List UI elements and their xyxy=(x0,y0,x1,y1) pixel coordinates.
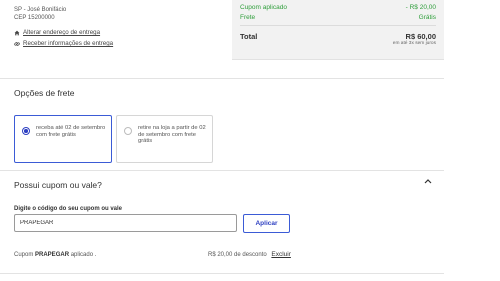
summary-divider xyxy=(240,25,436,26)
total-label: Total xyxy=(240,32,258,41)
total-value: R$ 60,00 xyxy=(405,32,436,41)
shipping-option-delivery-radio[interactable] xyxy=(22,127,30,135)
shipping-summary-label: Frete xyxy=(240,14,256,21)
shipping-option-pickup-label: retire na loja a partir de 02 de setembr… xyxy=(138,125,206,144)
home-icon xyxy=(14,30,20,35)
coupon-input[interactable] xyxy=(14,214,237,232)
coupon-applied-prefix: Cupom xyxy=(14,252,34,258)
coupon-summary-label: Cupom aplicado xyxy=(240,4,287,11)
address-zip: CEP 15200000 xyxy=(14,15,55,21)
coupon-discount-text: R$ 20,00 de desconto xyxy=(208,252,267,258)
remove-coupon-link[interactable]: Excluir xyxy=(271,251,291,258)
receive-info-label: Receber informações de entrega xyxy=(23,40,114,47)
shipping-option-pickup-radio[interactable] xyxy=(124,127,132,135)
address-city: SP - José Bonifácio xyxy=(14,7,67,13)
delivery-address: SP - José Bonifácio CEP 15200000 Alterar… xyxy=(14,6,214,48)
apply-coupon-button[interactable]: Aplicar xyxy=(243,214,290,233)
coupon-section-title: Possui cupom ou vale? xyxy=(14,180,102,190)
coupon-summary-value: - R$ 20,00 xyxy=(405,4,436,11)
coupon-summary-row: Cupom aplicado - R$ 20,00 xyxy=(240,4,436,11)
section-divider xyxy=(0,273,444,274)
order-summary: Cupom aplicado - R$ 20,00 Frete Grátis T… xyxy=(232,0,444,60)
total-row: Total R$ 60,00 xyxy=(240,32,436,41)
shipping-summary-value: Grátis xyxy=(418,14,436,21)
shipping-option-delivery[interactable]: receba até 02 de setembro com frete grát… xyxy=(14,115,112,163)
coupon-applied-code: PRAPEGAR xyxy=(35,252,70,258)
receive-info-link[interactable]: Receber informações de entrega xyxy=(14,39,214,48)
coupon-input-label: Digite o código do seu cupom ou vale xyxy=(14,206,123,212)
section-divider xyxy=(0,170,444,171)
change-address-link[interactable]: Alterar endereço de entrega xyxy=(14,28,214,37)
chevron-up-icon[interactable] xyxy=(424,178,432,184)
link-icon xyxy=(14,41,20,46)
shipping-option-pickup[interactable]: retire na loja a partir de 02 de setembr… xyxy=(116,115,213,163)
coupon-applied-message: Cupom PRAPEGAR aplicado . xyxy=(14,252,96,258)
coupon-discount: R$ 20,00 de desconto Excluir xyxy=(208,251,291,258)
section-divider xyxy=(0,78,444,79)
shipping-options-title: Opções de frete xyxy=(14,88,75,98)
change-address-label: Alterar endereço de entrega xyxy=(23,29,101,36)
coupon-applied-suffix: aplicado . xyxy=(70,252,97,258)
shipping-option-delivery-label: receba até 02 de setembro com frete grát… xyxy=(36,125,106,138)
installments-note: em até 3x sem juros xyxy=(392,41,436,46)
shipping-summary-row: Frete Grátis xyxy=(240,14,436,21)
